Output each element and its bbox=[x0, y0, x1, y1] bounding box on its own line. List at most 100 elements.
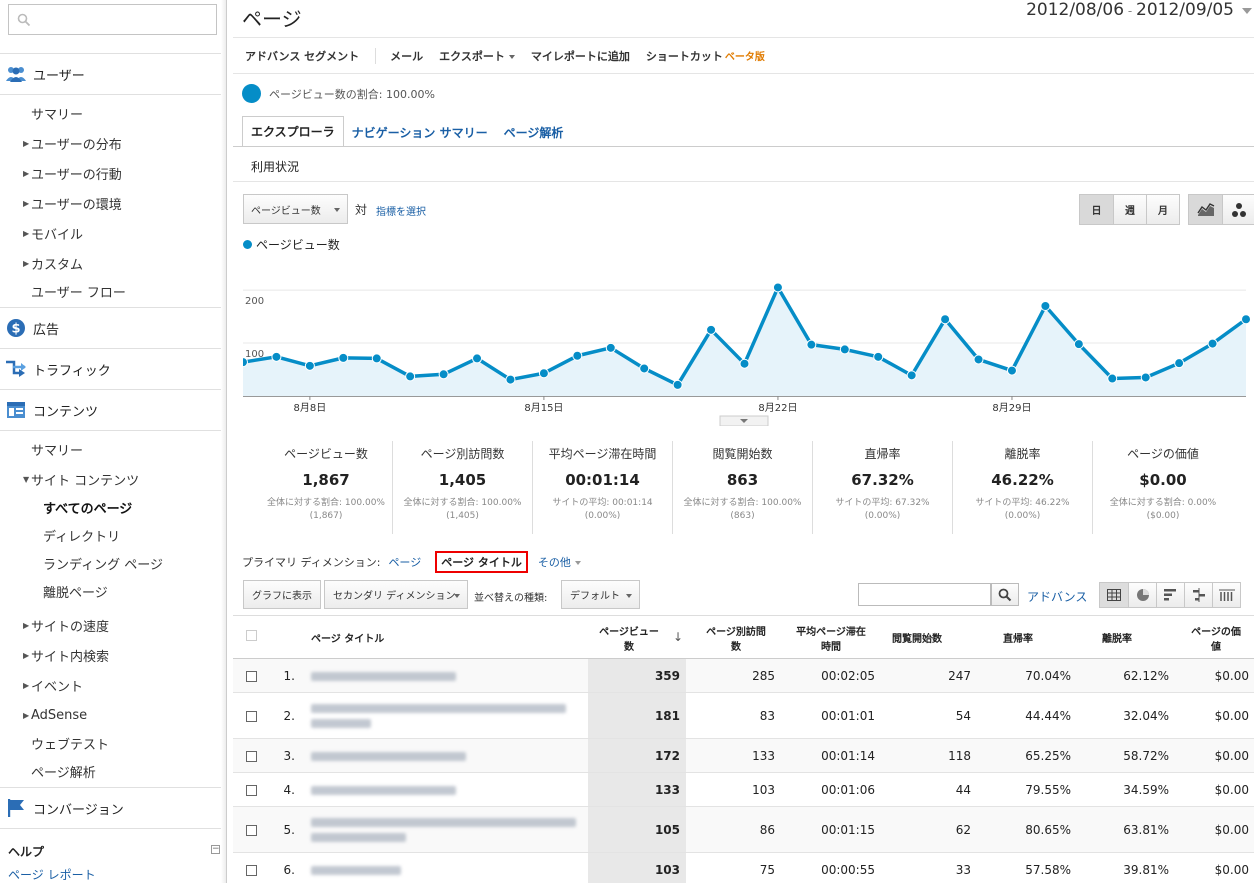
row-checkbox[interactable] bbox=[246, 711, 257, 722]
sidebar-section-users[interactable]: ユーザー bbox=[0, 54, 226, 94]
sidebar-section-conversions[interactable]: コンバージョン bbox=[0, 788, 226, 828]
sidebar-search-input[interactable] bbox=[8, 4, 217, 35]
subtab-usage[interactable]: 利用状況 bbox=[251, 158, 299, 175]
sidebar-section-traffic[interactable]: トラフィック bbox=[0, 349, 226, 389]
advanced-filter-link[interactable]: アドバンス bbox=[1027, 588, 1087, 605]
line-chart-button[interactable] bbox=[1189, 195, 1222, 224]
sidebar-item-adsense[interactable]: ▶ AdSense bbox=[0, 701, 226, 729]
select-all-checkbox[interactable] bbox=[246, 630, 257, 641]
column-header-bounce-rate[interactable]: 直帰率 bbox=[1003, 630, 1033, 645]
motion-chart-button[interactable] bbox=[1222, 195, 1254, 224]
column-header-unique-pageviews[interactable]: ページ別訪問数 bbox=[691, 623, 781, 653]
row-page-title-link[interactable] bbox=[311, 704, 581, 734]
dimension-page-title-selected[interactable]: ページ タイトル bbox=[435, 551, 528, 573]
row-pageviews-cell: 359 bbox=[588, 659, 686, 692]
table-search-button[interactable] bbox=[991, 583, 1019, 606]
column-header-pageviews[interactable]: ページビュー数 bbox=[589, 623, 669, 653]
secondary-dimension-select[interactable]: セカンダリ ディメンション bbox=[324, 580, 468, 609]
sidebar-item-directory[interactable]: ディレクトリ bbox=[0, 521, 226, 549]
column-header-line: 値 bbox=[1211, 642, 1221, 653]
table-row[interactable]: 4. 133 103 00:01:06 44 79.55% 34.59% $0.00 bbox=[233, 773, 1254, 807]
row-page-title-link[interactable] bbox=[311, 751, 581, 767]
sidebar-item-site-content[interactable]: ▼ サイト コンテンツ bbox=[0, 465, 226, 493]
table-row[interactable]: 6. 103 75 00:00:55 33 57.58% 39.81% $0.00 bbox=[233, 853, 1254, 883]
sidebar-item-site-search[interactable]: ▶ サイト内検索 bbox=[0, 641, 226, 669]
column-header-page-value[interactable]: ページの価値 bbox=[1181, 623, 1251, 653]
row-checkbox[interactable] bbox=[246, 751, 257, 762]
performance-view-button[interactable] bbox=[1156, 583, 1184, 607]
scorecard: ページビュー数 1,867 全体に対する割合: 100.00% (1,867) bbox=[260, 441, 393, 534]
x-tick-label: 8月15日 bbox=[524, 402, 563, 414]
sidebar-item-landing-pages[interactable]: ランディング ページ bbox=[0, 549, 226, 577]
row-page-title-link[interactable] bbox=[311, 818, 581, 848]
sidebar-item-custom[interactable]: ▶ カスタム bbox=[0, 249, 226, 277]
row-checkbox[interactable] bbox=[246, 865, 257, 876]
row-page-title-link[interactable] bbox=[311, 785, 581, 801]
column-header-exit-rate[interactable]: 離脱率 bbox=[1102, 630, 1132, 645]
sidebar-section-ads[interactable]: $ 広告 bbox=[0, 308, 226, 348]
page-title: ページ bbox=[242, 7, 302, 31]
export-button[interactable]: エクスポート bbox=[431, 48, 523, 64]
table-row[interactable]: 2. 181 83 00:01:01 54 44.44% 32.04% $0.00 bbox=[233, 693, 1254, 739]
advanced-segment-button[interactable]: アドバンス セグメント bbox=[233, 47, 377, 64]
sidebar-item-users-summary[interactable]: サマリー bbox=[0, 99, 226, 127]
choose-metric-link[interactable]: 指標を選択 bbox=[376, 203, 426, 218]
week-button[interactable]: 週 bbox=[1113, 195, 1146, 224]
table-row[interactable]: 5. 105 86 00:01:15 62 80.65% 63.81% $0.00 bbox=[233, 807, 1254, 853]
sidebar-item-demographics[interactable]: ▶ ユーザーの分布 bbox=[0, 129, 226, 157]
sidebar-item-exit-pages[interactable]: 離脱ページ bbox=[0, 577, 226, 605]
sidebar-item-label: ランディング ページ bbox=[43, 557, 163, 573]
metric-select[interactable]: ページビュー数 bbox=[243, 194, 348, 224]
sidebar-item-content-summary[interactable]: サマリー bbox=[0, 435, 226, 463]
chevron-down-icon[interactable] bbox=[1242, 8, 1252, 14]
row-checkbox[interactable] bbox=[246, 825, 257, 836]
row-page-title-link[interactable] bbox=[311, 865, 581, 881]
shortcut-button[interactable]: ショートカット bbox=[638, 48, 731, 64]
column-header-page-title[interactable]: ページ タイトル bbox=[311, 630, 384, 645]
tab-explorer[interactable]: エクスプローラ bbox=[242, 116, 344, 147]
sidebar-item-label: サイトの速度 bbox=[31, 619, 110, 635]
row-checkbox[interactable] bbox=[246, 785, 257, 796]
scorecard-label: 閲覧開始数 bbox=[712, 447, 773, 461]
sidebar-item-all-pages[interactable]: すべてのページ bbox=[0, 493, 226, 521]
table-row[interactable]: 3. 172 133 00:01:14 118 65.25% 58.72% $0.00 bbox=[233, 739, 1254, 773]
add-to-dashboard-button[interactable]: マイレポートに追加 bbox=[523, 48, 638, 64]
expand-arrow-icon: ▶ bbox=[23, 258, 30, 268]
tab-navigation-summary[interactable]: ナビゲーション サマリー bbox=[344, 118, 496, 147]
comparison-view-button[interactable] bbox=[1184, 583, 1212, 607]
table-search-input[interactable] bbox=[858, 583, 991, 606]
dimension-other-dropdown[interactable]: その他 bbox=[538, 554, 581, 570]
row-exit-rate: 62.12% bbox=[1123, 669, 1169, 683]
content-icon bbox=[5, 399, 27, 421]
sidebar-item-in-page-analytics[interactable]: ページ解析 bbox=[0, 757, 226, 785]
date-range-picker[interactable]: 2012/08/06 - 2012/09/05 bbox=[1026, 0, 1234, 20]
sidebar-item-experiments[interactable]: ウェブテスト bbox=[0, 729, 226, 757]
collapse-icon[interactable]: − bbox=[211, 845, 220, 854]
row-page-title-link[interactable] bbox=[311, 671, 581, 687]
dimension-page-link[interactable]: ページ bbox=[388, 554, 421, 570]
column-header-entrances[interactable]: 閲覧開始数 bbox=[892, 630, 942, 645]
sidebar-item-label: AdSense bbox=[31, 707, 88, 723]
pivot-view-button[interactable] bbox=[1212, 583, 1240, 607]
sidebar-item-users-flow[interactable]: ユーザー フロー bbox=[0, 277, 226, 305]
sidebar-item-behavior[interactable]: ▶ ユーザーの行動 bbox=[0, 159, 226, 187]
table-header: ページ タイトル ページビュー数 ↓ ページ別訪問数 平均ページ滞在 時間 閲覧開… bbox=[233, 615, 1254, 659]
sidebar-item-technology[interactable]: ▶ ユーザーの環境 bbox=[0, 189, 226, 217]
sidebar-item-site-speed[interactable]: ▶ サイトの速度 bbox=[0, 611, 226, 639]
help-link-page-report[interactable]: ページ レポート bbox=[8, 866, 96, 883]
row-unique-pageviews: 133 bbox=[752, 749, 775, 763]
tab-in-page[interactable]: ページ解析 bbox=[496, 118, 572, 147]
sort-type-select[interactable]: デフォルト bbox=[561, 580, 640, 609]
day-button[interactable]: 日 bbox=[1080, 195, 1113, 224]
email-button[interactable]: メール bbox=[382, 48, 431, 64]
table-row[interactable]: 1. 359 285 00:02:05 247 70.04% 62.12% $0.00 bbox=[233, 659, 1254, 693]
table-view-button[interactable] bbox=[1100, 583, 1128, 607]
pie-view-button[interactable] bbox=[1128, 583, 1156, 607]
sidebar-item-events[interactable]: ▶ イベント bbox=[0, 671, 226, 699]
row-checkbox[interactable] bbox=[246, 671, 257, 682]
sidebar-item-mobile[interactable]: ▶ モバイル bbox=[0, 219, 226, 247]
month-button[interactable]: 月 bbox=[1146, 195, 1179, 224]
column-header-avg-time[interactable]: 平均ページ滞在 時間 bbox=[781, 623, 881, 653]
plot-rows-button[interactable]: グラフに表示 bbox=[243, 580, 321, 609]
sidebar-section-content[interactable]: コンテンツ bbox=[0, 390, 226, 430]
